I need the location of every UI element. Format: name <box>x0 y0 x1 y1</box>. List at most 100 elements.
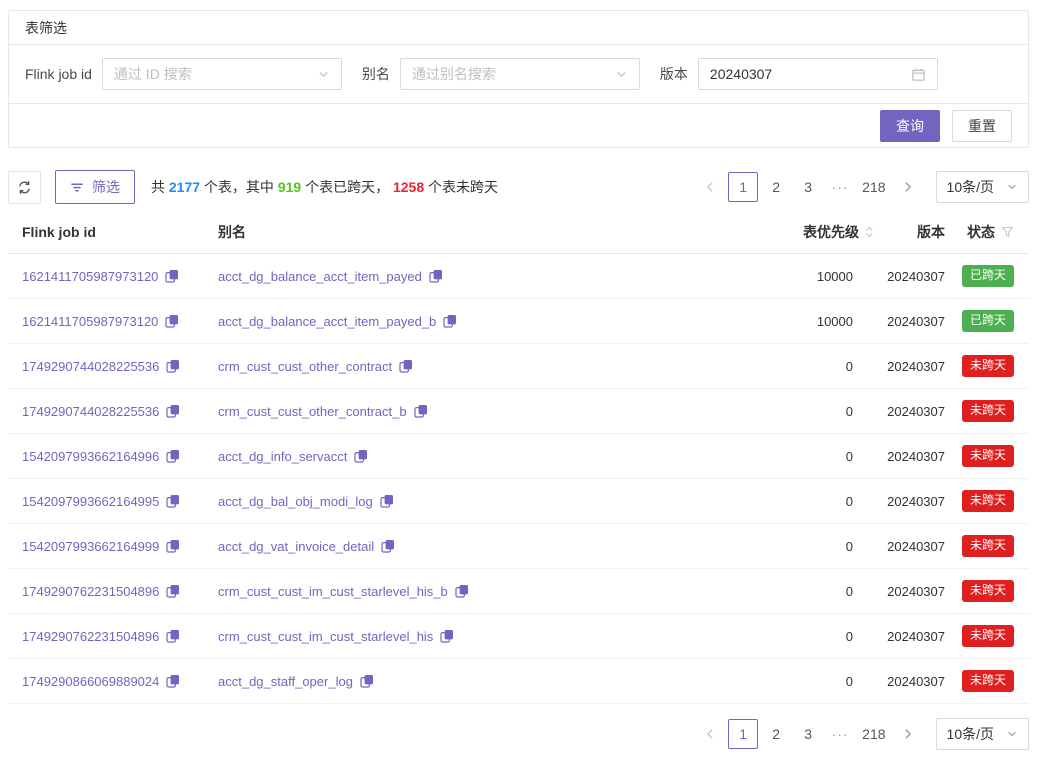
version-value: 20240307 <box>887 269 945 284</box>
column-header-alias: 别名 <box>218 222 735 242</box>
alias-link[interactable]: acct_dg_vat_invoice_detail <box>218 539 374 554</box>
sorter-icon[interactable] <box>864 225 875 239</box>
copy-icon[interactable] <box>166 494 180 508</box>
pagination-ellipsis: ··· <box>826 172 854 202</box>
page-size-select[interactable]: 10条/页 <box>936 718 1029 750</box>
pagination-page-218[interactable]: 218 <box>858 172 889 202</box>
copy-icon[interactable] <box>455 584 469 598</box>
alias-link[interactable]: crm_cust_cust_im_cust_starlevel_his <box>218 629 433 644</box>
pagination-prev-button[interactable] <box>696 172 724 202</box>
version-date-input[interactable]: 20240307 <box>698 58 938 90</box>
version-cell: 20240307 <box>875 539 945 554</box>
copy-icon[interactable] <box>443 314 457 328</box>
version-value: 20240307 <box>887 674 945 689</box>
pagination-page-1[interactable]: 1 <box>728 172 758 202</box>
page-size-select[interactable]: 10条/页 <box>936 171 1029 203</box>
copy-icon[interactable] <box>166 674 180 688</box>
alias-cell: crm_cust_cust_im_cust_starlevel_his_b <box>218 584 735 599</box>
priority-value: 10000 <box>817 269 853 284</box>
priority-value: 0 <box>846 404 853 419</box>
pagination-page-3[interactable]: 3 <box>794 172 822 202</box>
copy-icon[interactable] <box>381 539 395 553</box>
copy-icon[interactable] <box>166 584 180 598</box>
filter-button[interactable]: 筛选 <box>55 170 135 204</box>
copy-icon[interactable] <box>166 449 180 463</box>
version-value: 20240307 <box>887 494 945 509</box>
copy-icon[interactable] <box>354 449 368 463</box>
table-row: 1621411705987973120 acct_dg_balance_acct… <box>8 299 1029 344</box>
alias-link[interactable]: acct_dg_balance_acct_item_payed <box>218 269 422 284</box>
pagination-page-218[interactable]: 218 <box>858 719 889 749</box>
job-id-link[interactable]: 1749290866069889024 <box>22 674 159 689</box>
alias-link[interactable]: crm_cust_cust_other_contract <box>218 359 392 374</box>
status-cell: 已跨天 <box>945 265 1029 287</box>
filter-fields-row: Flink job id 通过 ID 搜索 别名 通过别名搜索 <box>9 45 1028 104</box>
status-cell: 未跨天 <box>945 670 1029 692</box>
table-row: 1542097993662164999 acct_dg_vat_invoice_… <box>8 524 1029 569</box>
alias-cell: acct_dg_staff_oper_log <box>218 674 735 689</box>
column-label: 状态 <box>967 222 995 242</box>
job-id-link[interactable]: 1621411705987973120 <box>22 269 158 284</box>
status-badge: 已跨天 <box>962 265 1014 287</box>
status-badge: 未跨天 <box>962 670 1014 692</box>
job-id-link[interactable]: 1621411705987973120 <box>22 314 158 329</box>
flink-job-id-select[interactable]: 通过 ID 搜索 <box>102 58 342 90</box>
job-id-link[interactable]: 1542097993662164999 <box>22 539 159 554</box>
job-id-cell: 1749290762231504896 <box>8 584 218 599</box>
alias-select[interactable]: 通过别名搜索 <box>400 58 640 90</box>
version-cell: 20240307 <box>875 494 945 509</box>
pagination-prev-button[interactable] <box>696 719 724 749</box>
alias-cell: acct_dg_balance_acct_item_payed <box>218 269 735 284</box>
pagination-page-1[interactable]: 1 <box>728 719 758 749</box>
job-id-cell: 1749290866069889024 <box>8 674 218 689</box>
alias-link[interactable]: crm_cust_cust_other_contract_b <box>218 404 407 419</box>
copy-icon[interactable] <box>166 404 180 418</box>
pagination-ellipsis: ··· <box>826 719 854 749</box>
alias-cell: crm_cust_cust_im_cust_starlevel_his <box>218 629 735 644</box>
copy-icon[interactable] <box>166 629 180 643</box>
copy-icon[interactable] <box>166 539 180 553</box>
copy-icon[interactable] <box>165 314 179 328</box>
copy-icon[interactable] <box>399 359 413 373</box>
reset-button[interactable]: 重置 <box>952 110 1012 142</box>
chevron-down-icon <box>1006 181 1018 193</box>
column-header-status[interactable]: 状态 <box>945 222 1029 242</box>
copy-icon[interactable] <box>414 404 428 418</box>
version-cell: 20240307 <box>875 449 945 464</box>
status-cell: 未跨天 <box>945 625 1029 647</box>
alias-link[interactable]: acct_dg_staff_oper_log <box>218 674 353 689</box>
job-id-cell: 1542097993662164999 <box>8 539 218 554</box>
copy-icon[interactable] <box>440 629 454 643</box>
pagination-page-3[interactable]: 3 <box>794 719 822 749</box>
copy-icon[interactable] <box>360 674 374 688</box>
refresh-button[interactable] <box>8 171 41 204</box>
pagination-page-2[interactable]: 2 <box>762 719 790 749</box>
alias-link[interactable]: acct_dg_bal_obj_modi_log <box>218 494 373 509</box>
job-id-link[interactable]: 1749290762231504896 <box>22 584 159 599</box>
job-id-link[interactable]: 1749290744028225536 <box>22 404 159 419</box>
pagination-page-2[interactable]: 2 <box>762 172 790 202</box>
job-id-link[interactable]: 1542097993662164996 <box>22 449 159 464</box>
filter-button-label: 筛选 <box>92 177 120 197</box>
pagination-next-button[interactable] <box>894 172 922 202</box>
column-header-priority[interactable]: 表优先级 <box>735 222 875 242</box>
query-button[interactable]: 查询 <box>880 110 940 142</box>
priority-value: 0 <box>846 359 853 374</box>
filter-funnel-icon[interactable] <box>1001 226 1014 238</box>
pagination-next-button[interactable] <box>894 719 922 749</box>
total-count: 2177 <box>169 179 200 195</box>
copy-icon[interactable] <box>429 269 443 283</box>
version-label: 版本 <box>660 64 688 84</box>
copy-icon[interactable] <box>166 359 180 373</box>
alias-link[interactable]: acct_dg_balance_acct_item_payed_b <box>218 314 436 329</box>
table-body: 1621411705987973120 acct_dg_balance_acct… <box>8 254 1029 704</box>
copy-icon[interactable] <box>380 494 394 508</box>
job-id-link[interactable]: 1749290744028225536 <box>22 359 159 374</box>
copy-icon[interactable] <box>165 269 179 283</box>
alias-link[interactable]: crm_cust_cust_im_cust_starlevel_his_b <box>218 584 448 599</box>
column-header-version: 版本 <box>875 222 945 242</box>
alias-link[interactable]: acct_dg_info_servacct <box>218 449 347 464</box>
job-id-link[interactable]: 1749290762231504896 <box>22 629 159 644</box>
version-cell: 20240307 <box>875 404 945 419</box>
job-id-link[interactable]: 1542097993662164995 <box>22 494 159 509</box>
